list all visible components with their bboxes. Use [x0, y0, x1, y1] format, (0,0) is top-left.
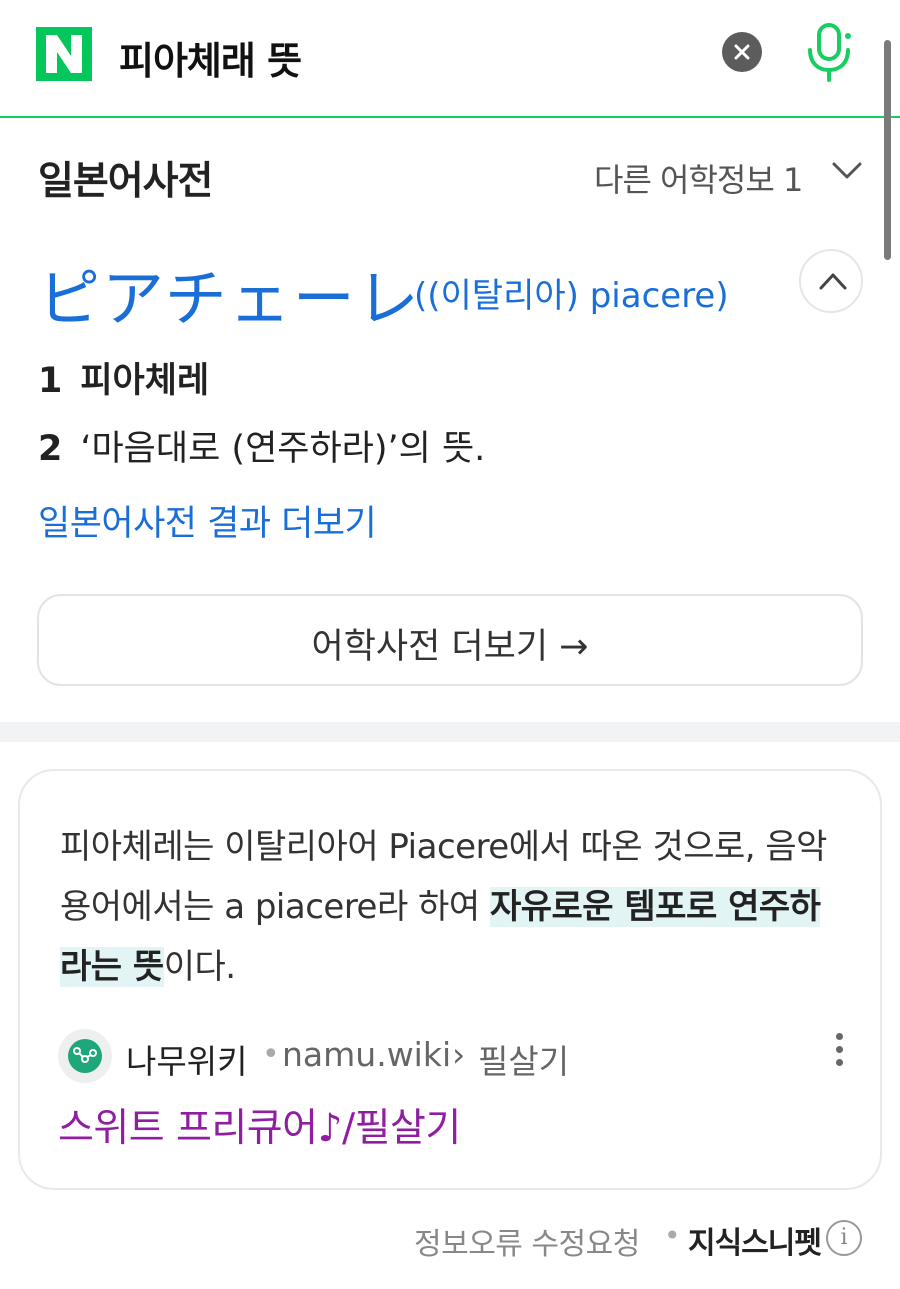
more-options-icon[interactable]: [832, 1033, 846, 1073]
meaning-item: 2 ‘마음대로 (연주하라)’의 뜻.: [38, 420, 485, 471]
knowledge-snippet-brand: 지식스니펫: [688, 1226, 822, 1261]
voice-search-button[interactable]: [804, 22, 856, 84]
dictionary-headword[interactable]: ピアチェーレ: [38, 248, 421, 338]
button-label: 어학사전 더보기 →: [311, 627, 589, 667]
meaning-item: 1 피아체레: [38, 352, 209, 403]
page-scrollbar[interactable]: [884, 40, 891, 260]
snippet-text: 피아체레는 이탈리아어 Piacere에서 따온 것으로, 음악용어에서는 a …: [60, 817, 850, 997]
microphone-icon: [808, 23, 851, 82]
section-divider: [0, 722, 900, 742]
snippet-text-after: 이다.: [163, 947, 236, 987]
meaning-number: 2: [38, 429, 63, 469]
info-icon[interactable]: i: [826, 1220, 862, 1256]
source-separator-dot: •: [262, 1037, 280, 1072]
more-dictionary-results-link[interactable]: 일본어사전 결과 더보기: [38, 495, 377, 546]
other-language-info-toggle[interactable]: 다른 어학정보 1: [594, 155, 803, 201]
knowledge-snippet-card: 피아체레는 이탈리아어 Piacere에서 따온 것으로, 음악용어에서는 a …: [18, 769, 882, 1190]
report-error-link[interactable]: 정보오류 수정요청: [414, 1219, 640, 1263]
search-header: 피아체래 뜻: [0, 0, 900, 118]
source-document-title-link[interactable]: 스위트 프리큐어♪/필살기: [58, 1097, 461, 1153]
source-path[interactable]: 필살기: [478, 1035, 569, 1083]
search-input[interactable]: 피아체래 뜻: [119, 30, 302, 85]
breadcrumb-separator: ›: [452, 1035, 466, 1074]
chevron-down-icon[interactable]: [832, 162, 862, 180]
clear-search-button[interactable]: [722, 32, 762, 72]
namuwiki-favicon-icon: [58, 1029, 112, 1083]
chevron-up-icon: [819, 273, 847, 290]
source-url[interactable]: namu.wiki: [282, 1035, 451, 1074]
meaning-number: 1: [38, 361, 63, 401]
naver-logo[interactable]: [36, 27, 92, 81]
language-dictionary-more-button[interactable]: 어학사전 더보기 →: [37, 594, 863, 686]
source-name[interactable]: 나무위키: [126, 1035, 247, 1083]
word-origin: ((이탈리아) piacere): [414, 276, 729, 316]
meaning-text: 피아체레: [80, 361, 210, 401]
section-title: 일본어사전: [38, 159, 213, 204]
close-icon: [734, 44, 750, 60]
meaning-text: ‘마음대로 (연주하라)’의 뜻.: [80, 429, 486, 469]
footer-separator-dot: •: [664, 1219, 681, 1252]
collapse-button[interactable]: [799, 249, 863, 313]
